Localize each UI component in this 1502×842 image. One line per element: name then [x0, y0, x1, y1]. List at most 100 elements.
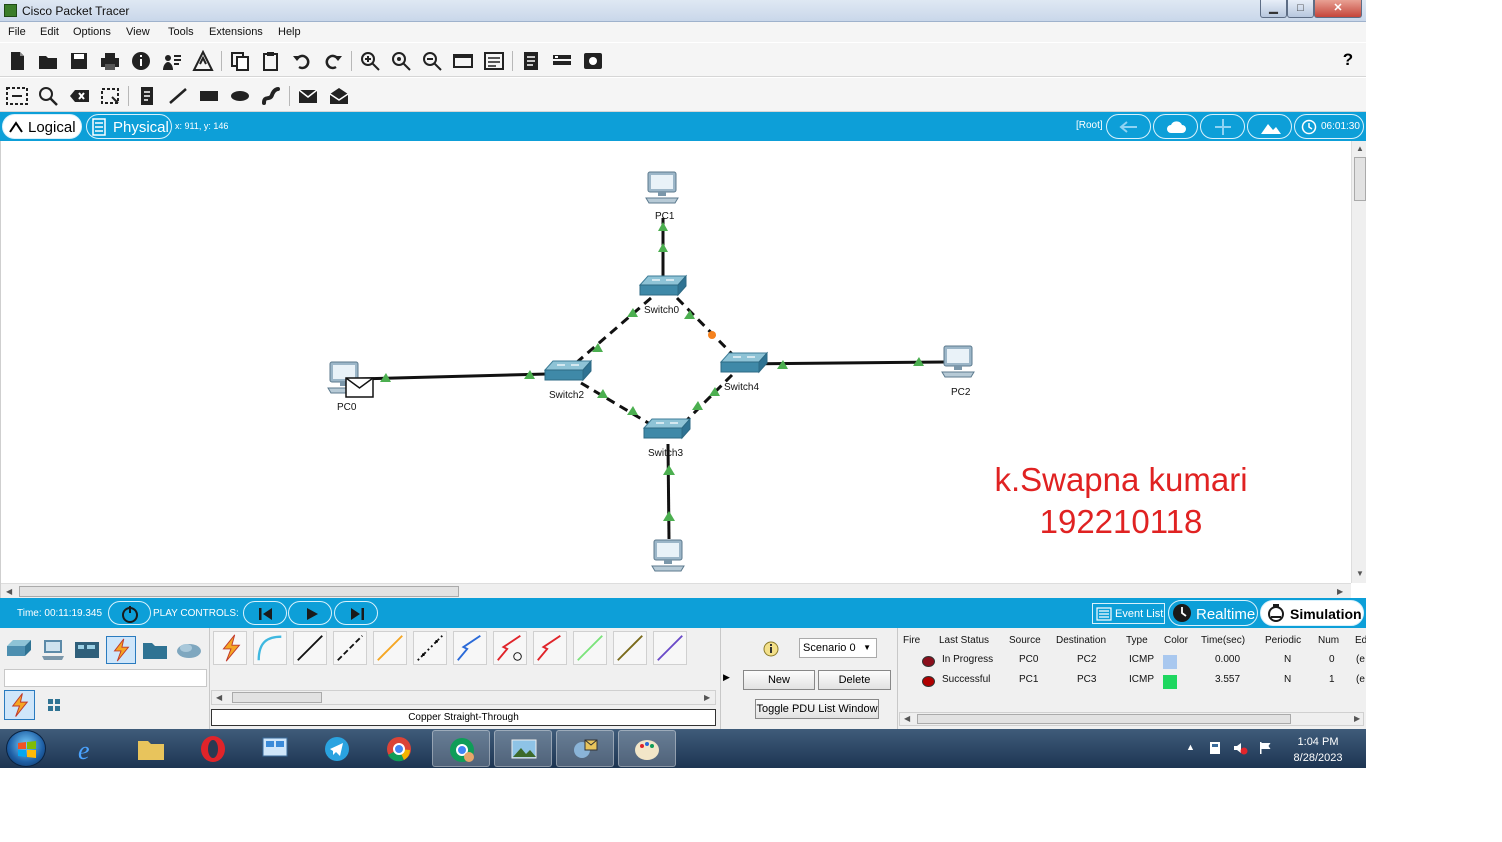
serial-dce-icon[interactable] — [493, 631, 527, 665]
action-center-icon[interactable] — [1207, 740, 1223, 756]
taskbar-packet-tracer[interactable] — [556, 730, 614, 767]
phone-cable-icon[interactable] — [413, 631, 447, 665]
new-file-icon[interactable] — [6, 50, 28, 72]
place-note-icon[interactable] — [136, 85, 158, 107]
link-switch2-switch3[interactable] — [580, 381, 656, 429]
octal-cable-icon[interactable] — [573, 631, 607, 665]
workspace-vertical-scrollbar[interactable]: ▲ ▼ — [1351, 141, 1366, 583]
scenario-select[interactable]: Scenario 0 ▼ — [799, 638, 877, 658]
scroll-down-icon[interactable]: ▼ — [1356, 569, 1364, 578]
switch0-device[interactable] — [639, 275, 687, 296]
pc3-device[interactable] — [651, 539, 685, 572]
menu-extensions[interactable]: Extensions — [209, 26, 263, 38]
table-row[interactable]: In Progress PC0 PC2 ICMP 0.000 N 0 (e — [898, 651, 1366, 671]
resize-shape-icon[interactable] — [99, 85, 121, 107]
scroll-right-icon[interactable]: ▶ — [704, 693, 710, 702]
draw-ellipse-icon[interactable] — [229, 85, 251, 107]
network-flag-icon[interactable] — [1257, 740, 1273, 756]
minimize-button[interactable]: ▁ — [1260, 0, 1287, 18]
menu-file[interactable]: File — [8, 26, 26, 38]
new-scenario-button[interactable]: New — [743, 670, 815, 690]
menu-edit[interactable]: Edit — [40, 26, 59, 38]
taskbar-file-explorer[interactable] — [122, 730, 180, 767]
activity-wizard-icon[interactable] — [192, 49, 214, 72]
console-cable-icon[interactable] — [253, 631, 287, 665]
end-devices-icon[interactable] — [38, 636, 68, 664]
events-scrollbar[interactable]: ◀ ▶ — [899, 712, 1364, 726]
pc2-device[interactable] — [941, 345, 975, 378]
realtime-mode-button[interactable]: Realtime — [1168, 600, 1258, 626]
zoom-out-icon[interactable] — [421, 50, 443, 72]
play-button[interactable] — [288, 601, 332, 625]
menu-view[interactable]: View — [126, 26, 150, 38]
fiber-icon[interactable] — [373, 631, 407, 665]
taskbar-chrome[interactable] — [370, 730, 428, 767]
show-hidden-icons[interactable]: ▲ — [1186, 742, 1195, 752]
inspect-icon[interactable] — [37, 85, 59, 107]
zoom-reset-icon[interactable] — [390, 50, 412, 72]
fire-icon[interactable] — [922, 656, 935, 667]
pdu-envelope-icon[interactable] — [345, 377, 374, 398]
connections-subtype-icon[interactable] — [4, 690, 35, 720]
tab-logical[interactable]: Logical — [2, 114, 82, 139]
open-folder-icon[interactable] — [37, 50, 59, 72]
tab-physical[interactable]: Physical — [86, 114, 172, 139]
event-list-button[interactable]: Event List — [1092, 603, 1165, 624]
info-icon[interactable] — [130, 50, 152, 72]
taskbar-telegram[interactable] — [308, 730, 366, 767]
save-icon[interactable] — [68, 50, 90, 72]
scroll-left-icon[interactable]: ◀ — [904, 714, 910, 723]
back-button[interactable] — [1106, 114, 1151, 139]
paste-icon[interactable] — [260, 50, 282, 72]
cell-edit[interactable]: (e — [1356, 674, 1365, 685]
scenario-info-icon[interactable] — [763, 641, 779, 657]
table-row[interactable]: Successful PC1 PC3 ICMP 3.557 N 1 (e — [898, 671, 1366, 691]
toggle-pdu-list-button[interactable]: Toggle PDU List Window — [755, 699, 879, 719]
coaxial-cable-icon[interactable] — [453, 631, 487, 665]
switch3-device[interactable] — [643, 418, 691, 439]
copy-icon[interactable] — [229, 50, 251, 72]
serial-dte-icon[interactable] — [533, 631, 567, 665]
menu-tools[interactable]: Tools — [168, 26, 194, 38]
cell-edit[interactable]: (e — [1356, 654, 1365, 665]
network-devices-icon[interactable] — [4, 636, 34, 664]
next-step-button[interactable] — [334, 601, 378, 625]
scroll-right-icon[interactable]: ▶ — [1337, 587, 1343, 596]
logical-workspace[interactable]: PC1 Switch0 PC0 Switch2 Switch4 PC2 Swit… — [0, 141, 1366, 598]
scroll-right-icon[interactable]: ▶ — [1354, 714, 1360, 723]
connections-scroll-thumb[interactable] — [232, 692, 322, 703]
maximize-button[interactable]: □ — [1287, 0, 1314, 18]
taskbar-internet-explorer[interactable]: e — [60, 730, 118, 767]
set-background-button[interactable] — [1247, 114, 1292, 139]
taskbar-control-panel[interactable] — [246, 730, 304, 767]
usb-cable-icon[interactable] — [653, 631, 687, 665]
print-icon[interactable] — [99, 50, 121, 72]
expand-arrow-icon[interactable]: ▶ — [723, 672, 730, 683]
network-information-icon[interactable] — [161, 50, 183, 72]
menu-options[interactable]: Options — [73, 26, 111, 38]
select-tool-icon[interactable] — [6, 85, 28, 107]
new-cluster-button[interactable] — [1153, 114, 1198, 139]
volume-muted-icon[interactable] — [1232, 740, 1248, 756]
move-object-button[interactable] — [1200, 114, 1245, 139]
workspace-list-icon[interactable] — [520, 50, 542, 72]
vertical-scroll-thumb[interactable] — [1354, 157, 1366, 201]
simulation-mode-button[interactable]: Simulation — [1260, 600, 1364, 626]
delete-tool-icon[interactable] — [68, 85, 90, 107]
reset-time-button[interactable] — [108, 601, 151, 625]
multiuser-connection-icon[interactable] — [174, 636, 204, 664]
components-icon[interactable] — [72, 636, 102, 664]
link-switch0-switch2[interactable] — [575, 296, 652, 365]
taskbar-photo-viewer[interactable] — [494, 730, 552, 767]
automatic-connection-icon[interactable] — [213, 631, 247, 665]
drawing-palette-icon[interactable] — [452, 50, 474, 72]
taskbar-opera[interactable] — [184, 730, 242, 767]
previous-step-button[interactable] — [243, 601, 287, 625]
system-clock[interactable]: 1:04 PM 8/28/2023 — [1290, 734, 1346, 766]
scroll-left-icon[interactable]: ◀ — [6, 587, 12, 596]
viewport-icon[interactable] — [582, 50, 604, 72]
copper-straight-through-icon[interactable] — [293, 631, 327, 665]
start-button[interactable] — [6, 730, 46, 767]
add-complex-pdu-icon[interactable] — [328, 85, 350, 107]
freeform-icon[interactable] — [260, 85, 282, 107]
